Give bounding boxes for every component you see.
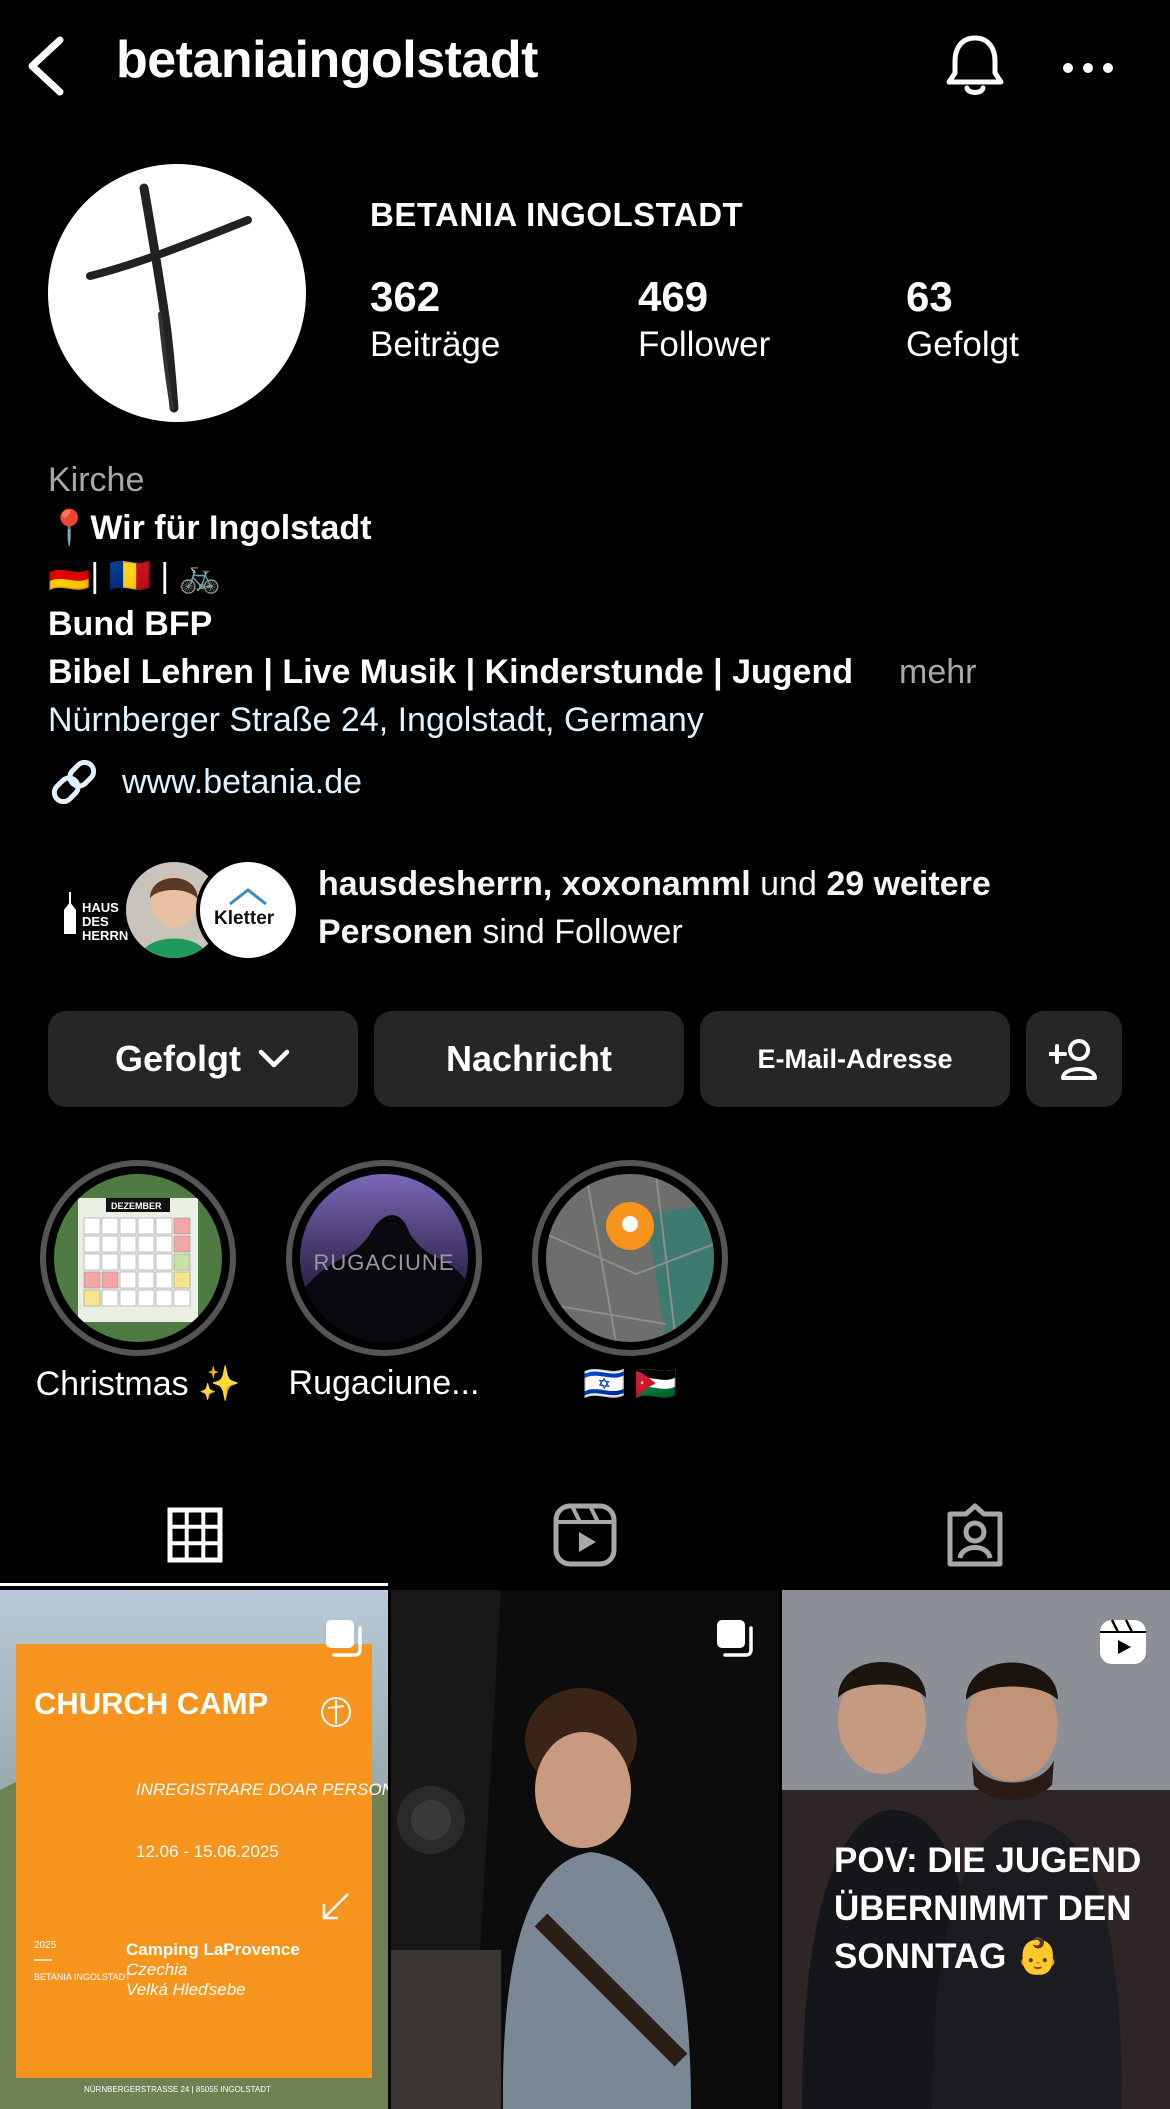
tab-posts-grid[interactable]	[0, 1480, 390, 1590]
carousel-badge	[322, 1616, 366, 1665]
tab-reels[interactable]	[390, 1480, 780, 1590]
post-org: BETANIA INGOLSTADT	[34, 1972, 131, 1982]
reels-icon	[553, 1503, 617, 1567]
message-button[interactable]: Nachricht	[374, 1011, 684, 1107]
post-dates: 12.06 - 15.06.2025	[136, 1842, 279, 1861]
post-caption-line: ÜBERNIMMT DEN	[834, 1889, 1131, 1928]
website-url: www.betania.de	[122, 762, 363, 801]
post-footer: NÜRNBERGERSTRASSE 24 | 85055 INGOLSTADT	[84, 2085, 271, 2094]
profile-username: betaniaingolstadt	[116, 31, 538, 89]
bio-more-link[interactable]: mehr	[899, 653, 976, 691]
tab-tagged[interactable]	[780, 1480, 1170, 1590]
notifications-button[interactable]	[940, 30, 1010, 100]
bio-line-affiliation: Bund BFP	[48, 605, 213, 643]
stat-followers-label: Follower	[638, 325, 771, 364]
calendar-month-label: DEZEMBER	[111, 1201, 162, 1211]
post-caption-line: SONNTAG 👶	[834, 1936, 1060, 1976]
bio-line-location: 📍Wir für Ingolstadt	[48, 509, 372, 547]
calendar-image: DEZEMBER	[54, 1174, 222, 1342]
post-caption-line: POV: DIE JUGEND	[834, 1841, 1141, 1880]
highlight-label: Rugaciune...	[288, 1364, 480, 1402]
link-icon	[51, 759, 97, 805]
post-musician[interactable]	[391, 1590, 779, 2109]
svg-text:Kletter: Kletter	[214, 908, 275, 929]
stat-following[interactable]: 63 Gefolgt	[906, 270, 1019, 366]
post-country: Czechia	[126, 1960, 187, 1979]
bio-line-activities: Bibel Lehren | Live Musik | Kinderstunde…	[48, 653, 853, 691]
carousel-badge	[713, 1616, 757, 1665]
bio-category: Kirche	[48, 461, 145, 499]
add-person-icon	[1049, 1039, 1097, 1080]
stat-followers-count: 469	[638, 273, 709, 320]
bio-address[interactable]: Nürnberger Straße 24, Ingolstadt, German…	[48, 696, 1128, 744]
post-church-camp[interactable]: CHURCH CAMP INREGISTRARE DOAR PERSONAL 1…	[0, 1590, 388, 2109]
following-button-label: Gefolgt	[115, 1038, 241, 1079]
highlight-ring: DEZEMBER	[40, 1160, 236, 1356]
email-button-label: E-Mail-Adresse	[757, 1043, 953, 1074]
svg-text:DES: DES	[82, 914, 109, 929]
following-button[interactable]: Gefolgt	[48, 1011, 358, 1107]
email-button[interactable]: E-Mail-Adresse	[700, 1011, 1010, 1107]
more-options-button[interactable]	[1058, 48, 1118, 88]
post-venue: Camping LaProvence	[126, 1940, 300, 1959]
kletter-logo-icon: Kletter	[214, 888, 275, 929]
profile-header: betaniaingolstadt	[0, 0, 1170, 130]
stat-following-count: 63	[906, 273, 953, 320]
post-musician-image	[391, 1590, 779, 2109]
mutual-suffix: sind Follower	[472, 913, 683, 951]
active-tab-indicator	[0, 1583, 388, 1586]
back-button[interactable]	[22, 34, 72, 98]
mutual-avatar-kletter: Kletter	[196, 858, 300, 962]
message-button-label: Nachricht	[445, 1038, 613, 1079]
reels-icon	[1100, 1619, 1146, 1664]
profile-avatar[interactable]	[48, 164, 306, 422]
highlight-cover-map	[546, 1174, 714, 1342]
post-town: Velká Hleďsebe	[126, 1980, 246, 1999]
highlight-ring: RUGACIUNE	[286, 1160, 482, 1356]
worship-image: RUGACIUNE	[300, 1174, 468, 1342]
svg-text:HERRN: HERRN	[82, 928, 128, 943]
highlight-ring	[532, 1160, 728, 1356]
stat-posts-label: Beiträge	[370, 325, 501, 364]
stat-posts[interactable]: 362 Beiträge	[370, 270, 500, 366]
chevron-down-icon	[258, 1049, 290, 1068]
suggested-users-button[interactable]	[1026, 1011, 1122, 1107]
highlight-label: 🇮🇱 🇯🇴	[582, 1365, 678, 1403]
post-title: CHURCH CAMP	[34, 1686, 268, 1721]
highlight-label: Christmas ✨	[35, 1365, 241, 1403]
bio-line-flags: 🇩🇪| 🇷🇴 | 🚲	[48, 557, 222, 595]
post-jugend-reel[interactable]: POV: DIE JUGEND ÜBERNIMMT DEN SONNTAG 👶	[782, 1590, 1170, 2109]
profile-bio: Kirche 📍Wir für Ingolstadt 🇩🇪| 🇷🇴 | 🚲 Bu…	[48, 456, 1128, 744]
tagged-icon	[947, 1503, 1003, 1567]
highlight-cover-text: RUGACIUNE	[313, 1250, 454, 1275]
post-subtitle: INREGISTRARE DOAR PERSONAL	[136, 1780, 388, 1799]
ellipsis-icon	[1063, 63, 1113, 73]
grid-icon	[167, 1507, 223, 1563]
reel-badge	[1098, 1616, 1148, 1671]
mutual-follower-names: hausdesherrn, xoxonamml	[318, 865, 751, 903]
mutual-followers-text[interactable]: hausdesherrn, xoxonamml und 29 weitere P…	[318, 860, 1118, 956]
cross-logo-icon	[86, 183, 252, 413]
map-image	[546, 1174, 714, 1342]
website-link[interactable]: www.betania.de	[48, 752, 362, 812]
stat-posts-count: 362	[370, 273, 441, 320]
svg-text:HAUS: HAUS	[82, 900, 119, 915]
carousel-icon	[326, 1620, 362, 1657]
bell-icon	[946, 35, 1004, 95]
carousel-icon	[717, 1620, 753, 1657]
post-year: 2025	[34, 1940, 57, 1951]
stat-followers[interactable]: 469 Follower	[638, 270, 770, 366]
post-church-camp-image: CHURCH CAMP INREGISTRARE DOAR PERSONAL 1…	[0, 1590, 388, 2109]
profile-display-name: BETANIA INGOLSTADT	[370, 196, 744, 233]
bio-line-activities-row: Bibel Lehren | Live Musik | Kinderstunde…	[48, 648, 1128, 696]
highlight-cover-worship: RUGACIUNE	[300, 1174, 468, 1342]
mutual-connector: und	[750, 865, 827, 903]
highlight-cover-calendar: DEZEMBER	[54, 1174, 222, 1342]
chevron-left-icon	[28, 36, 64, 96]
mutual-followers-avatars[interactable]: HAUS DES HERRN Kletter	[48, 858, 300, 968]
stat-following-label: Gefolgt	[906, 325, 1019, 364]
